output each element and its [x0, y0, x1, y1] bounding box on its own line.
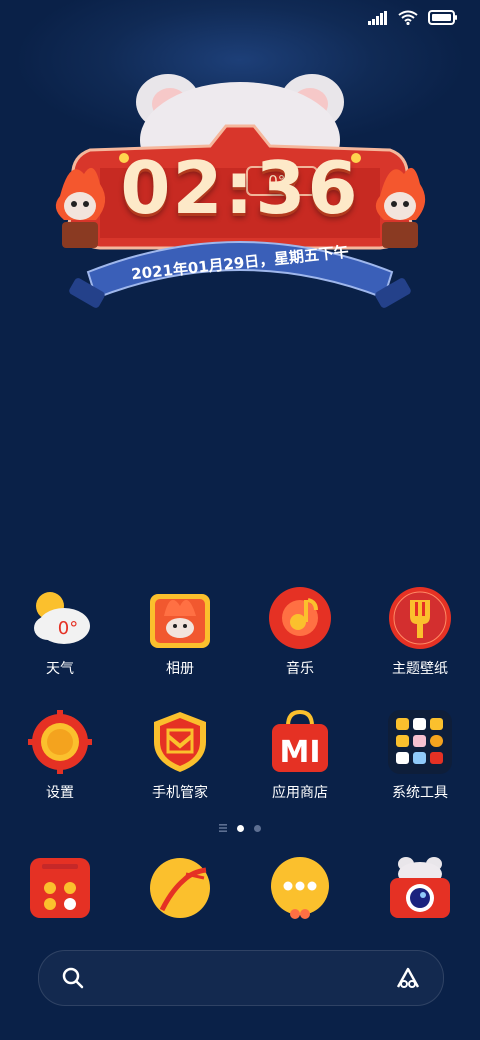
app-store[interactable]: MI 应用商店 [240, 709, 360, 802]
app-settings[interactable]: 设置 [0, 710, 120, 802]
app-store-icon: MI [268, 709, 332, 774]
app-security[interactable]: 手机管家 [120, 710, 240, 802]
page-dot-active [237, 824, 244, 832]
app-themes[interactable]: 主题壁纸 [360, 586, 480, 678]
signal-icon [368, 10, 387, 25]
app-label: 天气 [46, 661, 74, 677]
folder-icon [388, 710, 452, 774]
page-dot [254, 824, 261, 832]
dock-browser[interactable] [120, 856, 240, 920]
wifi-icon [398, 10, 418, 25]
weather-icon-text: 0° [58, 618, 78, 639]
dock [0, 856, 480, 920]
dock-phone[interactable] [0, 856, 120, 920]
dock-messages[interactable] [240, 856, 360, 920]
music-icon [268, 586, 332, 650]
themes-icon [388, 586, 452, 650]
clock-time: 02:36 [120, 146, 360, 230]
page-indicator[interactable] [0, 824, 480, 832]
app-grid-row-1: 0° 天气 相册 音乐 主题壁纸 [0, 586, 480, 678]
app-label: 手机管家 [152, 785, 208, 801]
app-folder-tools[interactable]: 系统工具 [360, 710, 480, 802]
search-icon[interactable] [61, 966, 85, 990]
app-gallery[interactable]: 相册 [120, 586, 240, 678]
messages-icon [268, 856, 332, 920]
phone-icon [28, 856, 92, 920]
search-bar[interactable] [38, 950, 444, 1006]
app-label: 系统工具 [392, 785, 448, 801]
app-label: 应用商店 [272, 785, 328, 801]
app-label: 主题壁纸 [392, 661, 448, 677]
browser-icon [148, 856, 212, 920]
dock-camera[interactable] [360, 856, 480, 920]
menu-lines-icon [219, 824, 227, 832]
security-icon [148, 710, 212, 774]
camera-icon [388, 856, 452, 920]
assistant-icon[interactable] [395, 966, 421, 990]
app-weather[interactable]: 0° 天气 [0, 586, 120, 678]
app-music[interactable]: 音乐 [240, 586, 360, 678]
app-label: 相册 [166, 661, 194, 677]
app-label: 设置 [46, 785, 74, 801]
clock-widget[interactable]: 0°C 02:36 2021年01月29日，星期五下午 [40, 62, 440, 342]
weather-icon: 0° [28, 586, 92, 650]
settings-icon [28, 710, 92, 774]
app-store-icon-text: MI [279, 735, 320, 770]
app-grid-row-2: 设置 手机管家 MI 应用商店 系统工具 [0, 709, 480, 802]
gallery-icon [148, 586, 212, 650]
battery-icon [428, 10, 457, 25]
status-bar [368, 10, 458, 25]
app-label: 音乐 [286, 661, 314, 677]
